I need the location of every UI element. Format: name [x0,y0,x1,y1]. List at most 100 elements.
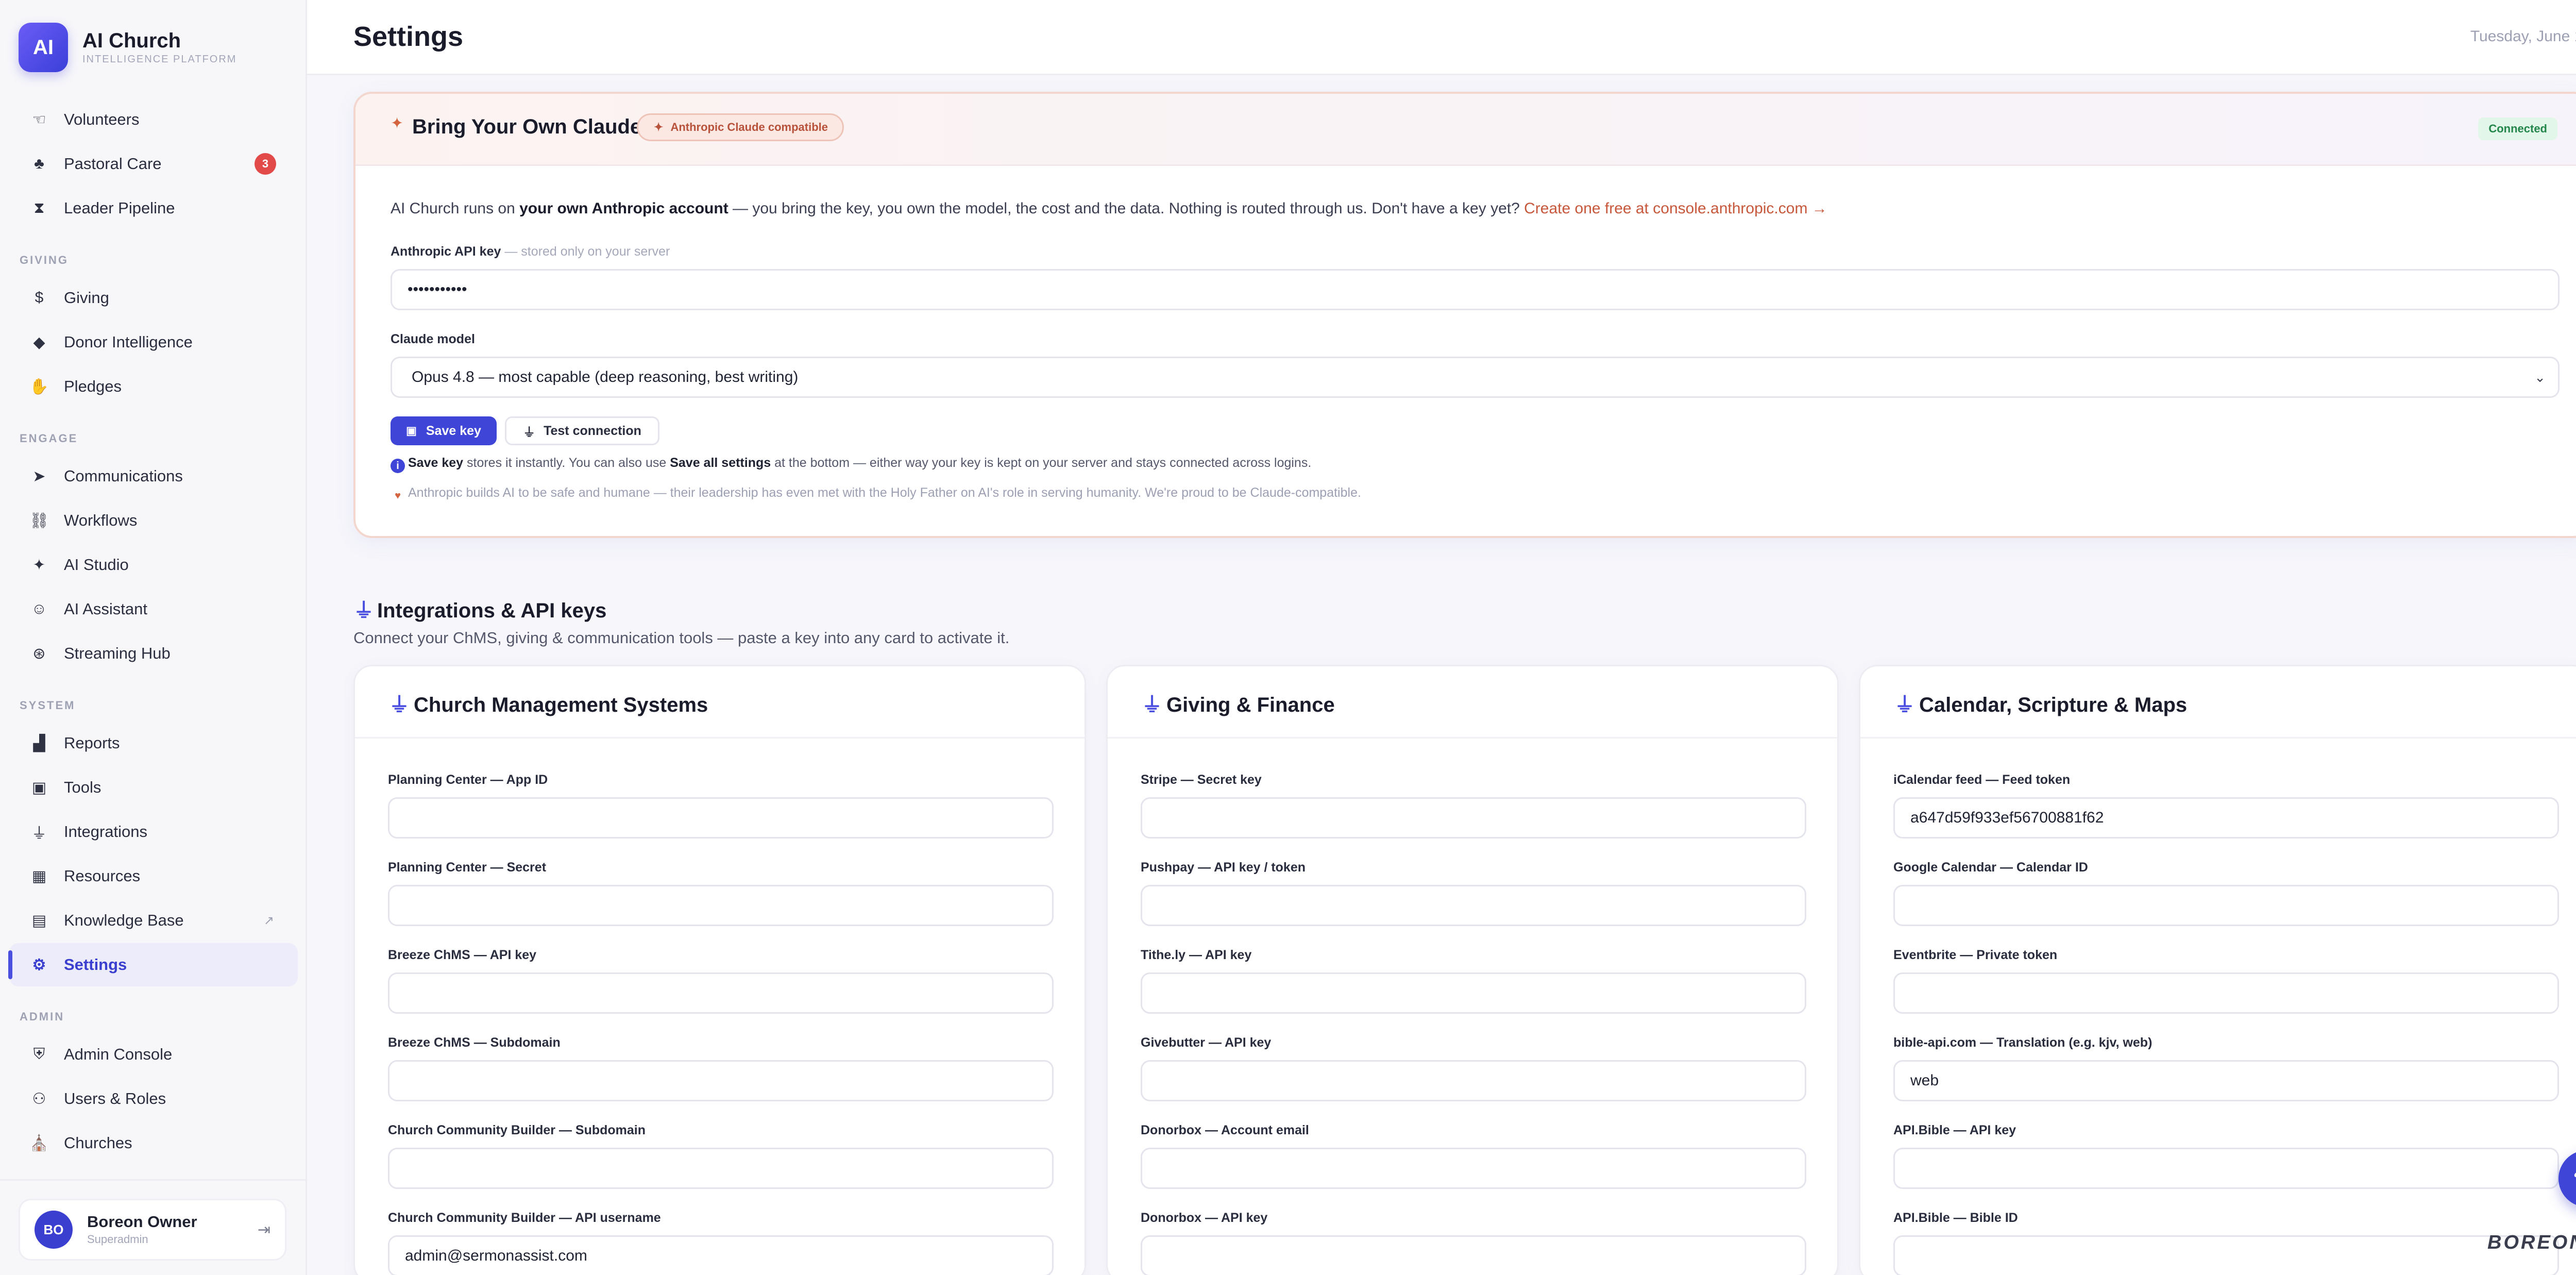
user-name: Boreon Owner [87,1213,197,1231]
sidebar-item-admin-console[interactable]: ⛨ Admin Console [9,1033,298,1076]
heart-shield-icon: ♥ [395,490,401,501]
sidebar: AI AI Church INTELLIGENCE PLATFORM ☜ Vol… [0,0,307,1275]
byoc-card: ✦ Bring Your Own Claude ✦ Anthropic Clau… [353,92,2576,538]
handshake-icon: ✋ [29,378,49,395]
field-label: Eventbrite — Private token [1893,948,2058,962]
sidebar-item-integrations[interactable]: ⏚ Integrations [9,810,298,853]
sidebar-divider [0,1179,307,1181]
user-card[interactable]: BO Boreon Owner Superadmin ⇥ [19,1199,286,1261]
sidebar-item-leader-pipeline[interactable]: ⧗ Leader Pipeline [9,187,298,230]
sidebar-item-label: Communications [64,467,183,485]
sidebar-item-workflows[interactable]: ⛓ Workflows [9,499,298,542]
panel-giving: ⏚ Giving & Finance Stripe — Secret key Pu… [1106,665,1839,1275]
anthropic-note: ♥ Anthropic builds AI to be safe and huma… [391,485,1361,503]
sidebar-item-label: Pastoral Care [64,155,162,173]
sidebar-item-streaming-hub[interactable]: ⊛ Streaming Hub [9,632,298,675]
section-label-engage: ENGAGE [20,432,78,445]
api-bible-key-input[interactable] [1893,1148,2559,1189]
model-select[interactable]: Opus 4.8 — most capable (deep reasoning,… [391,357,2560,398]
ccb-api-username-input[interactable]: admin@sermonassist.com [388,1235,1054,1275]
sidebar-item-tools[interactable]: ▣ Tools [9,766,298,809]
compat-badge-label: Anthropic Claude compatible [670,121,828,133]
donorbox-email-input[interactable] [1141,1148,1806,1189]
sidebar-item-label: Streaming Hub [64,644,171,662]
care-icon: ♣ [34,155,44,172]
plug-icon: ⏚ [1142,694,1162,716]
api-bible-id-input[interactable] [1893,1235,2559,1275]
breeze-api-key-input[interactable] [388,972,1054,1014]
integrations-subtitle: Connect your ChMS, giving & communicatio… [353,629,1010,647]
save-key-button[interactable]: ▣ Save key [391,416,497,445]
sidebar-item-reports[interactable]: ▟ Reports [9,722,298,765]
plug-icon: ⏚ [31,825,47,842]
sidebar-item-pledges[interactable]: ✋ Pledges [9,365,298,408]
sidebar-item-label: Reports [64,734,120,752]
panel-header: ⏚ Calendar, Scripture & Maps [1860,666,2576,739]
sidebar-item-giving[interactable]: $ Giving [9,276,298,320]
field-label: Google Calendar — Calendar ID [1893,860,2088,875]
panel-title-text: Giving & Finance [1166,694,1335,716]
google-calendar-id-input[interactable] [1893,885,2559,926]
sidebar-item-knowledge-base[interactable]: ▤ Knowledge Base ↗ [9,899,298,942]
icalendar-token-input[interactable]: a647d59f933ef56700881f62 [1893,797,2559,838]
field-label: Tithe.ly — API key [1141,948,1252,962]
sidebar-item-label: Users & Roles [64,1089,166,1108]
ccb-subdomain-input[interactable] [388,1148,1054,1189]
byoc-intro: AI Church runs on your own Anthropic acc… [391,200,1827,217]
pushpay-key-input[interactable] [1141,885,1806,926]
dollar-icon: $ [35,289,44,306]
field-label: iCalendar feed — Feed token [1893,773,2071,787]
api-key-input[interactable]: ••••••••••• [391,269,2560,310]
section-label-system: SYSTEM [20,699,76,712]
pipeline-icon: ⧗ [33,199,45,216]
sidebar-item-donor-intelligence[interactable]: ◆ Donor Intelligence [9,321,298,364]
donorbox-key-input[interactable] [1141,1235,1806,1275]
book-icon: ▤ [31,912,47,929]
givebutter-key-input[interactable] [1141,1060,1806,1101]
field-value: admin@sermonassist.com [405,1247,587,1264]
gem-icon: ◆ [33,333,45,351]
tithely-key-input[interactable] [1141,972,1806,1014]
breeze-subdomain-input[interactable] [388,1060,1054,1101]
test-connection-button[interactable]: ⏚ Test connection [505,416,659,445]
brand[interactable]: AI AI Church INTELLIGENCE PLATFORM [19,23,236,72]
sidebar-item-users-roles[interactable]: ⚇ Users & Roles [9,1077,298,1120]
field-label: Donorbox — Account email [1141,1123,1309,1137]
planning-center-secret-input[interactable] [388,885,1054,926]
sidebar-item-volunteers[interactable]: ☜ Volunteers [9,98,298,141]
sparkle-icon: ✦ [391,115,404,132]
logout-icon[interactable]: ⇥ [258,1221,270,1239]
sparkle-icon: ✦ [654,121,664,133]
console-link[interactable]: Create one free at console.anthropic.com… [1524,200,1827,217]
sidebar-item-pastoral-care[interactable]: ♣ Pastoral Care 3 [9,142,298,186]
panel-title-text: Calendar, Scripture & Maps [1919,694,2188,716]
test-connection-label: Test connection [544,423,641,438]
note-text-2: at the bottom — either way your key is k… [771,456,1312,470]
save-note: i Save key stores it instantly. You can a… [391,456,1311,473]
note-bold-2: Save all settings [670,456,771,470]
note-bold-1: Save key [408,456,464,470]
brand-logo: AI [19,23,68,72]
bible-translation-input[interactable]: web [1893,1060,2559,1101]
sidebar-item-settings[interactable]: ⚙ Settings [8,943,298,986]
external-link-icon: ↗ [263,913,274,928]
field-label: Donorbox — API key [1141,1211,1268,1225]
sidebar-item-churches[interactable]: ⛪ Churches [9,1121,298,1165]
sidebar-item-ai-assistant[interactable]: ☺ AI Assistant [9,588,298,631]
sidebar-item-label: Leader Pipeline [64,199,175,217]
note-text-1: stores it instantly. You can also use [463,456,670,470]
eventbrite-token-input[interactable] [1893,972,2559,1014]
field-label: Church Community Builder — Subdomain [388,1123,646,1137]
sidebar-item-ai-studio[interactable]: ✦ AI Studio [9,543,298,586]
planning-center-app-id-input[interactable] [388,797,1054,838]
broadcast-icon: ⊛ [32,645,46,662]
byoc-header: ✦ Bring Your Own Claude ✦ Anthropic Clau… [355,94,2576,166]
intro-text-2: — you bring the key, you own the model, … [728,200,1524,217]
workflow-icon: ⛓ [29,512,49,529]
stripe-secret-input[interactable] [1141,797,1806,838]
page-title: Settings [353,21,464,52]
sidebar-item-communications[interactable]: ➤ Communications [9,455,298,498]
sidebar-item-resources[interactable]: ▦ Resources [9,854,298,898]
section-label-giving: GIVING [20,254,69,266]
field-label: Pushpay — API key / token [1141,860,1306,875]
